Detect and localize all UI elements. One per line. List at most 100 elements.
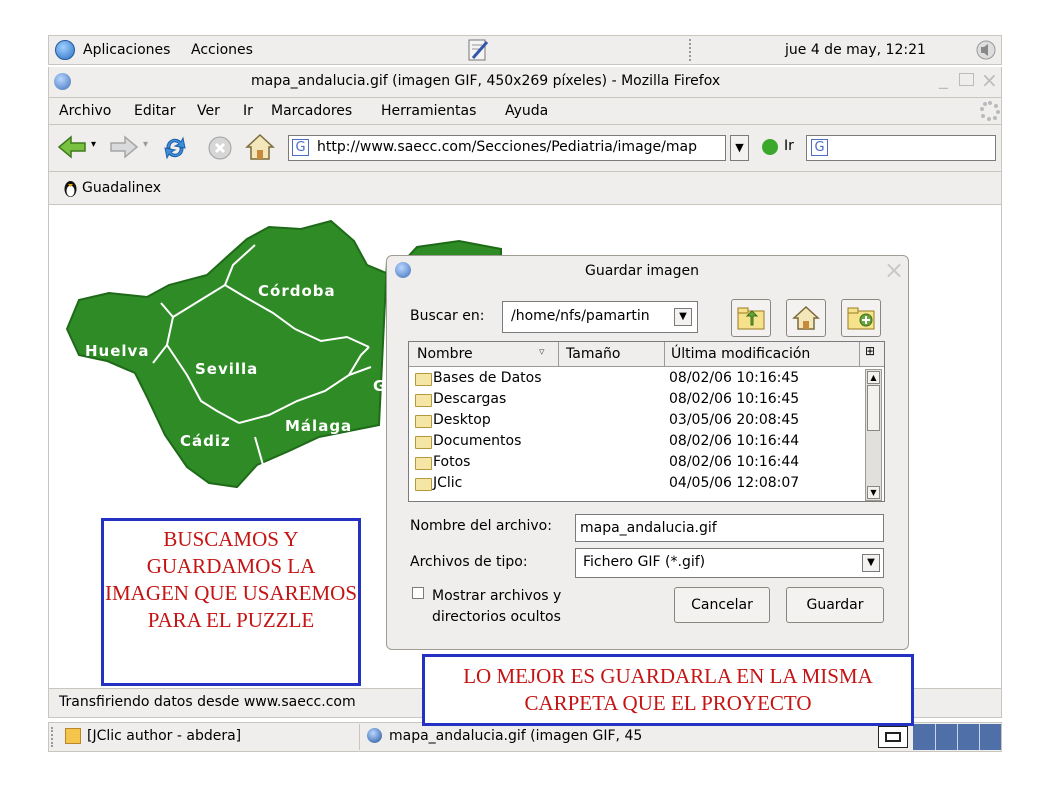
scroll-up-icon[interactable]: ▲ [867,371,880,384]
firefox-taskbar-icon [367,728,382,743]
save-image-dialog: Guardar imagen × Buscar en: /home/nfs/pa… [386,255,909,650]
map-label-huelva: Huelva [85,342,150,360]
site-favicon-icon: G [292,139,309,156]
column-name[interactable]: Nombre [417,346,473,362]
new-folder-icon [847,307,875,330]
volume-icon[interactable] [975,39,997,61]
go-icon[interactable] [762,139,778,155]
show-hidden-label: Mostrar archivos y directorios ocultos [432,588,562,625]
forward-dropdown-icon[interactable]: ▾ [143,139,148,150]
scroll-down-icon[interactable]: ▼ [867,486,880,499]
dialog-close-icon[interactable]: × [884,256,904,284]
status-text: Transfiriendo datos desde www.saecc.com [59,694,356,710]
taskbar-handle [51,727,59,747]
left-annotation-text: BUSCAMOS Y GUARDAMOS LA IMAGEN QUE USARE… [104,527,357,632]
filename-input[interactable] [575,514,884,542]
home-icon[interactable] [245,133,275,161]
taskbar-item-firefox[interactable]: mapa_andalucia.gif (imagen GIF, 45 [363,724,663,750]
scroll-thumb[interactable] [867,385,880,431]
folder-icon [415,373,432,386]
menu-marcadores[interactable]: Marcadores [271,103,352,119]
jclic-icon [65,728,81,744]
file-name: Fotos [433,454,471,470]
minimize-icon[interactable]: _ [939,69,948,90]
filename-label: Nombre del archivo: [410,518,552,534]
clock[interactable]: jue 4 de may, 12:21 [785,42,926,58]
filetype-label: Archivos de tipo: [410,554,528,570]
map-label-granada: G [373,377,387,395]
list-item[interactable]: Bases de Datos 08/02/06 10:16:45 [413,369,873,390]
stop-icon[interactable] [207,135,233,161]
applications-menu[interactable]: Aplicaciones [83,42,170,58]
folder-icon [415,415,432,428]
url-dropdown-icon[interactable]: ▼ [730,135,749,161]
penguin-icon[interactable] [62,179,79,198]
taskbar-item-label: [JClic author - abdera] [87,728,242,744]
list-item[interactable]: Desktop 03/05/06 20:08:45 [413,411,873,432]
menu-ayuda[interactable]: Ayuda [505,103,548,119]
filetype-select[interactable]: Fichero GIF (*.gif) ▼ [575,548,884,578]
file-list[interactable]: Nombre ▿ Tamaño Última modificación ⊞ Ba… [408,341,885,502]
column-divider [859,342,860,366]
menu-ver[interactable]: Ver [197,103,220,119]
go-button[interactable]: Ir [784,138,794,154]
column-size[interactable]: Tamaño [566,346,620,362]
back-dropdown-icon[interactable]: ▾ [91,139,96,150]
list-item[interactable]: Documentos 08/02/06 10:16:44 [413,432,873,453]
column-divider [558,342,559,366]
file-date: 04/05/06 12:08:07 [669,475,800,491]
menu-archivo[interactable]: Archivo [59,103,111,119]
file-name: Desktop [433,412,491,428]
map-label-cordoba: Córdoba [258,282,336,300]
search-in-dropdown-icon[interactable]: ▼ [674,308,692,326]
file-list-scrollbar[interactable]: ▲ ▼ [865,369,882,501]
list-item[interactable]: JClic 04/05/06 12:08:07 [413,474,873,495]
taskbar-item-jclic[interactable]: [JClic author - abdera] [61,724,360,750]
up-folder-button[interactable] [731,299,771,337]
filetype-dropdown-icon[interactable]: ▼ [862,554,880,572]
text-editor-icon[interactable] [465,38,491,62]
file-name: Descargas [433,391,507,407]
workspace-divider [979,724,980,750]
list-item[interactable]: Descargas 08/02/06 10:16:45 [413,390,873,411]
panel-separator [689,39,699,61]
workspace-switcher[interactable] [913,724,1001,750]
list-item[interactable]: Fotos 08/02/06 10:16:44 [413,453,873,474]
cancel-button[interactable]: Cancelar [674,587,770,623]
bookmarks-toolbar: Guadalinex [48,171,1002,205]
sort-indicator-icon: ▿ [539,345,545,358]
show-desktop-button[interactable] [878,726,908,748]
reload-icon[interactable] [161,134,189,162]
taskbar-item-label: mapa_andalucia.gif (imagen GIF, 45 [389,728,643,744]
column-picker-icon[interactable]: ⊞ [865,344,875,358]
maximize-icon[interactable] [959,73,974,86]
save-button[interactable]: Guardar [786,587,884,623]
right-annotation-text: LO MEJOR ES GUARDARLA EN LA MISMA CARPET… [463,664,873,715]
menu-ir[interactable]: Ir [243,103,253,119]
menu-editar[interactable]: Editar [134,103,175,119]
applications-icon[interactable] [55,40,75,60]
file-date: 08/02/06 10:16:45 [669,370,800,386]
search-input[interactable]: G [806,135,996,161]
forward-icon[interactable] [109,135,139,159]
show-hidden-checkbox[interactable] [412,587,424,599]
file-name: Bases de Datos [433,370,542,386]
home-folder-button[interactable] [786,299,826,337]
bookmark-guadalinex[interactable]: Guadalinex [82,180,161,196]
folder-icon [415,478,432,491]
actions-menu[interactable]: Acciones [191,42,253,58]
search-engine-icon[interactable]: G [811,139,828,156]
map-label-cadiz: Cádiz [180,432,231,450]
close-icon[interactable]: × [981,68,998,92]
back-icon[interactable] [57,135,87,159]
new-folder-button[interactable] [841,299,881,337]
column-modified[interactable]: Última modificación [671,346,810,362]
url-bar[interactable]: G http://www.saecc.com/Secciones/Pediatr… [288,135,726,161]
home-folder-icon [792,305,820,330]
firefox-icon[interactable] [54,73,71,90]
menu-herramientas[interactable]: Herramientas [381,103,476,119]
file-date: 08/02/06 10:16:44 [669,454,800,470]
search-in-select[interactable]: /home/nfs/pamartin ▼ [502,301,698,333]
dialog-firefox-icon [395,262,411,278]
navigation-toolbar: ▾ ▾ G http://www.saecc.com/Secciones/Ped… [48,125,1002,171]
